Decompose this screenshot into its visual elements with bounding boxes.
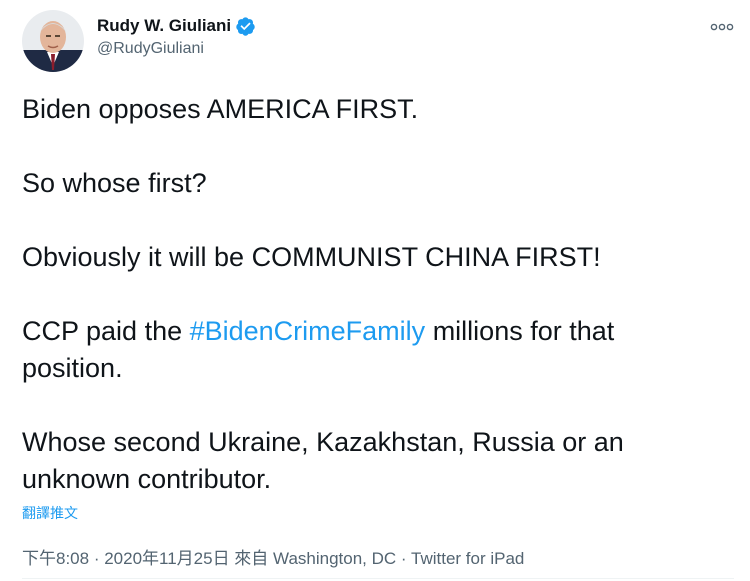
display-name[interactable]: Rudy W. Giuliani — [97, 16, 231, 36]
tweet-paragraph: So whose first? — [22, 168, 207, 198]
tweet-paragraph: Obviously it will be COMMUNIST CHINA FIR… — [22, 242, 601, 272]
tweet-card: Rudy W. Giuliani @RudyGiuliani Biden opp… — [0, 0, 750, 581]
avatar[interactable] — [22, 10, 84, 72]
tweet-date[interactable]: 2020年11月25日 — [104, 549, 229, 568]
name-row: Rudy W. Giuliani — [97, 14, 256, 38]
tweet-paragraph: Whose second Ukraine, Kazakhstan, Russia… — [22, 427, 624, 494]
separator: · — [89, 549, 105, 568]
separator: · — [396, 549, 411, 568]
from-label: 來自 — [229, 549, 274, 568]
tweet-time[interactable]: 下午8:08 — [22, 549, 89, 568]
translate-tweet-link[interactable]: 翻譯推文 — [22, 503, 78, 523]
tweet-source[interactable]: Twitter for iPad — [411, 549, 524, 568]
author-block: Rudy W. Giuliani @RudyGiuliani — [97, 14, 256, 58]
avatar-portrait-icon — [22, 10, 84, 72]
tweet-paragraph-with-hashtag: CCP paid the #BidenCrimeFamily millions … — [22, 313, 722, 387]
divider — [22, 578, 734, 579]
more-options-icon[interactable] — [710, 17, 734, 37]
handle[interactable]: @RudyGiuliani — [97, 40, 256, 58]
tweet-paragraph: Biden opposes AMERICA FIRST. — [22, 94, 419, 124]
hashtag-link[interactable]: #BidenCrimeFamily — [190, 316, 426, 346]
paragraph-text: CCP paid the — [22, 316, 190, 346]
tweet-text: Biden opposes AMERICA FIRST. So whose fi… — [22, 91, 722, 498]
verified-badge-icon — [235, 16, 256, 37]
tweet-location[interactable]: Washington, DC — [273, 549, 396, 568]
tweet-metadata: 下午8:08 · 2020年11月25日 來自 Washington, DC ·… — [22, 544, 524, 569]
